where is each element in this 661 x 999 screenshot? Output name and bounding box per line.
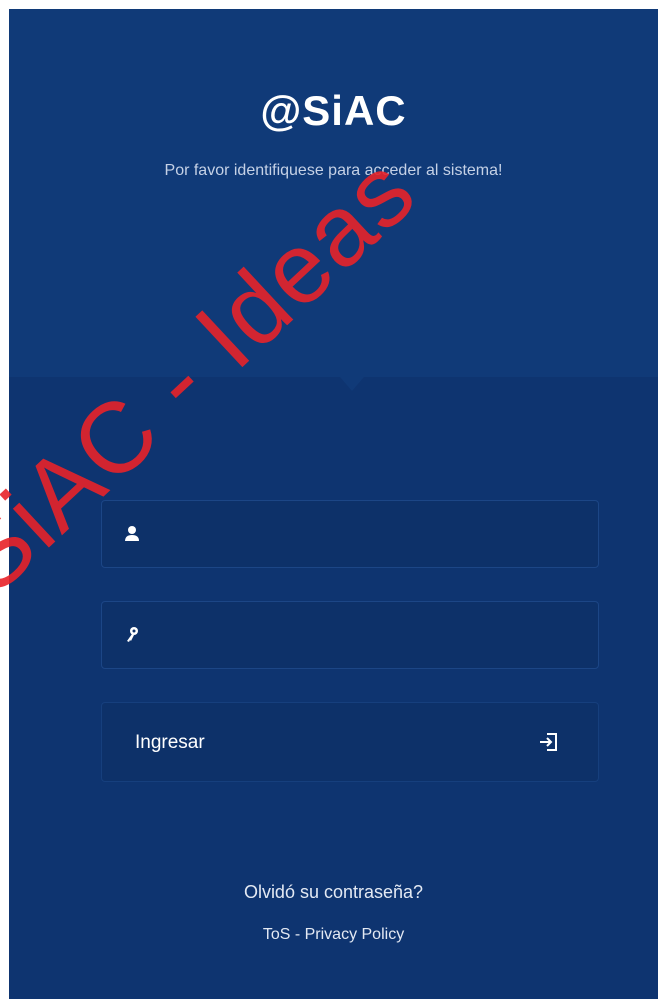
login-panel: @SiAC Por favor identifiquese para acced… [9,9,658,999]
sign-in-icon [540,733,557,751]
password-input[interactable] [154,614,588,658]
user-icon [125,526,139,541]
forgot-password-link[interactable]: Olvidó su contraseña? [9,882,658,903]
footer-separator: - [290,926,305,943]
tos-link[interactable]: ToS [263,926,291,943]
privacy-policy-link[interactable]: Privacy Policy [305,926,405,943]
footer-links: ToS - Privacy Policy [9,926,658,944]
header-notch [340,377,364,391]
login-button-label: Ingresar [135,732,205,753]
login-button[interactable]: Ingresar [101,702,599,782]
username-input[interactable] [154,513,588,557]
login-header: @SiAC Por favor identifiquese para acced… [9,9,658,377]
key-icon [127,627,138,642]
username-field[interactable] [101,500,599,568]
login-subtitle: Por favor identifiquese para acceder al … [164,162,503,179]
app-logo: @SiAC [260,87,407,134]
password-field[interactable] [101,601,599,669]
